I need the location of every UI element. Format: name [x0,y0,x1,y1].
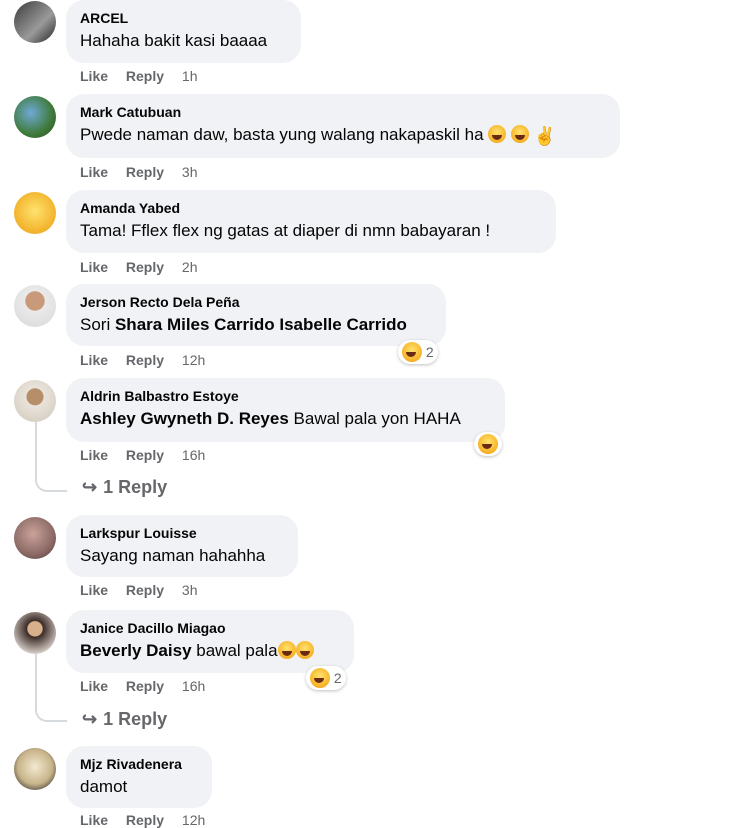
thread-line [35,654,37,712]
comment-bubble: Jerson Recto Dela Peña Sori Shara Miles … [66,284,446,346]
comment-text-content: Bawal pala yon HAHA [288,409,461,428]
comment-text: Pwede naman daw, basta yung walang nakap… [80,124,606,147]
comment-text-content: Pwede naman daw, basta yung walang nakap… [80,125,484,144]
avatar[interactable] [14,96,56,138]
reply-button[interactable]: Reply [126,678,164,694]
comment-actions: Like Reply 3h [80,164,212,180]
comment-actions: Like Reply 12h [80,352,219,368]
comment-text: damot [80,777,128,796]
avatar[interactable] [14,285,56,327]
comment-text-prefix: Sori [80,315,115,334]
comment-bubble: Aldrin Balbastro Estoye Ashley Gwyneth D… [66,378,505,442]
astonished-emoji-icon [295,641,314,659]
reply-arrow-icon: ↪ [82,477,98,497]
reply-button[interactable]: Reply [126,812,164,828]
mention-link[interactable]: Beverly Daisy [80,641,192,660]
comment-text: Sori Shara Miles Carrido Isabelle Carrid… [80,314,432,336]
comment-text: Tama! Fflex flex ng gatas at diaper di n… [80,221,491,240]
comment-author[interactable]: Amanda Yabed [80,199,542,217]
view-replies-link[interactable]: ↪ 1 Reply [82,709,167,730]
reply-button[interactable]: Reply [126,68,164,84]
like-button[interactable]: Like [80,582,108,598]
comment-timestamp[interactable]: 3h [182,582,198,598]
comment-timestamp[interactable]: 2h [182,259,198,275]
reply-arrow-icon: ↪ [82,709,98,729]
reply-button[interactable]: Reply [126,447,164,463]
like-button[interactable]: Like [80,259,108,275]
reply-button[interactable]: Reply [126,352,164,368]
reply-button[interactable]: Reply [126,259,164,275]
laughing-emoji-icon [488,125,507,143]
comment-author[interactable]: Janice Dacillo Miagao [80,619,340,637]
thread-connector [35,706,67,722]
like-button[interactable]: Like [80,678,108,694]
reaction-count: 2 [333,670,342,686]
like-button[interactable]: Like [80,68,108,84]
reaction-count: 2 [425,344,434,360]
comment-actions: Like Reply 1h [80,68,212,84]
haha-reaction-icon [310,668,330,688]
reaction-summary[interactable]: 2 [398,340,438,364]
reaction-summary[interactable] [474,432,502,456]
comment-timestamp[interactable]: 3h [182,164,198,180]
comment-author[interactable]: ARCEL [80,9,287,27]
replies-count: 1 Reply [103,709,168,729]
avatar[interactable] [14,748,56,790]
comment-author[interactable]: Mjz Rivadenera [80,755,198,773]
comment-timestamp[interactable]: 12h [182,812,205,828]
comment-text: Sayang naman hahahha [80,546,266,565]
avatar[interactable] [14,612,56,654]
comment-text-content: bawal pala [191,641,278,660]
reply-button[interactable]: Reply [126,164,164,180]
comment-actions: Like Reply 3h [80,582,212,598]
comment-actions: Like Reply 16h [80,447,219,463]
comment-timestamp[interactable]: 16h [182,678,205,694]
mention-link[interactable]: Ashley Gwyneth D. Reyes [80,409,289,428]
comment-bubble: Larkspur Louisse Sayang naman hahahha [66,515,298,577]
avatar[interactable] [14,380,56,422]
comment-author[interactable]: Mark Catubuan [80,103,606,121]
view-replies-link[interactable]: ↪ 1 Reply [82,477,167,498]
mention-link[interactable]: Shara Miles Carrido Isabelle Carrido [115,315,407,334]
comment-timestamp[interactable]: 1h [182,68,198,84]
comment-actions: Like Reply 12h [80,812,219,828]
comment-author[interactable]: Aldrin Balbastro Estoye [80,387,491,405]
victory-hand-emoji-icon: ✌ [533,126,557,146]
thread-connector [35,476,67,492]
like-button[interactable]: Like [80,447,108,463]
haha-reaction-icon [402,342,422,362]
comment-timestamp[interactable]: 16h [182,447,205,463]
comment-bubble: Mjz Rivadenera damot [66,746,212,808]
avatar[interactable] [14,192,56,234]
thread-line [35,422,37,482]
avatar[interactable] [14,1,56,43]
like-button[interactable]: Like [80,352,108,368]
rolling-laughing-emoji-icon [277,641,296,659]
comment-text: Beverly Daisy bawal pala [80,640,340,662]
comment-text: Hahaha bakit kasi baaaa [80,31,268,50]
comment-author[interactable]: Larkspur Louisse [80,524,284,542]
rolling-laughing-emoji-icon [511,125,530,143]
comment-text: Ashley Gwyneth D. Reyes Bawal pala yon H… [80,408,491,430]
like-button[interactable]: Like [80,164,108,180]
comment-author[interactable]: Jerson Recto Dela Peña [80,293,432,311]
comment-bubble: Mark Catubuan Pwede naman daw, basta yun… [66,94,620,158]
like-button[interactable]: Like [80,812,108,828]
comment-actions: Like Reply 16h [80,678,219,694]
comment-actions: Like Reply 2h [80,259,212,275]
avatar[interactable] [14,517,56,559]
comment-bubble: Amanda Yabed Tama! Fflex flex ng gatas a… [66,190,556,253]
comment-bubble: ARCEL Hahaha bakit kasi baaaa [66,0,301,63]
comment-timestamp[interactable]: 12h [182,352,205,368]
replies-count: 1 Reply [103,477,168,497]
reply-button[interactable]: Reply [126,582,164,598]
reaction-summary[interactable]: 2 [306,666,346,690]
haha-reaction-icon [478,434,498,454]
comment-bubble: Janice Dacillo Miagao Beverly Daisy bawa… [66,610,354,673]
